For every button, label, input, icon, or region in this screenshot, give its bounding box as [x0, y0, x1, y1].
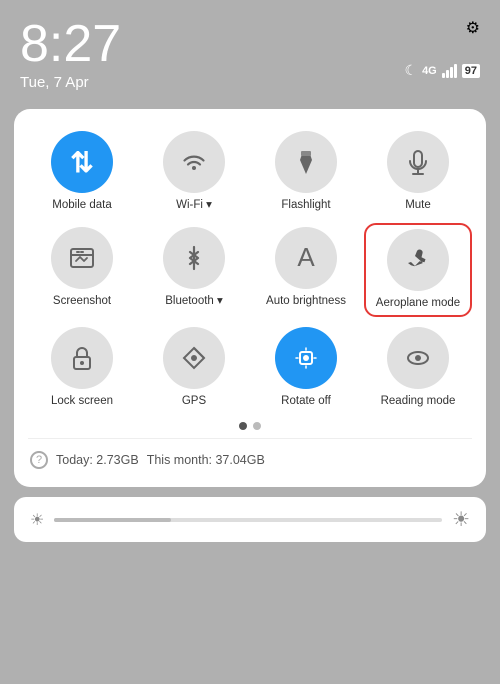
wifi-icon [163, 131, 225, 193]
mobile-data-label: Mobile data [52, 199, 111, 213]
tiles-grid: ⇅ Mobile data Wi-Fi ▾ Flashlight [28, 127, 472, 412]
battery-icon: 97 [462, 64, 480, 78]
data-usage-row: ? Today: 2.73GB This month: 37.04GB [28, 447, 472, 473]
status-bar: 8:27 Tue, 7 Apr ⚙ ☾ 4G 97 [0, 0, 500, 101]
mobile-data-icon: ⇅ [51, 131, 113, 193]
date: Tue, 7 Apr [20, 74, 121, 91]
status-right: ⚙ ☾ 4G 97 [405, 18, 481, 79]
mute-label: Mute [405, 199, 431, 213]
aeroplane-mode-icon [387, 229, 449, 291]
brightness-bar: ☀ ☀ [14, 497, 486, 542]
tile-screenshot[interactable]: Screenshot [28, 223, 136, 317]
today-usage: Today: 2.73GB [56, 453, 139, 467]
tile-mute[interactable]: Mute [364, 127, 472, 217]
status-left: 8:27 Tue, 7 Apr [20, 18, 121, 91]
signal-bars [442, 64, 457, 78]
reading-mode-icon [387, 327, 449, 389]
screenshot-label: Screenshot [53, 295, 111, 309]
mute-icon [387, 131, 449, 193]
brightness-high-icon: ☀ [452, 507, 470, 532]
tile-wifi[interactable]: Wi-Fi ▾ [140, 127, 248, 217]
bluetooth-icon [163, 227, 225, 289]
tile-auto-brightness[interactable]: A Auto brightness [252, 223, 360, 317]
lock-screen-icon [51, 327, 113, 389]
moon-icon: ☾ [405, 62, 418, 79]
auto-brightness-label: Auto brightness [266, 295, 346, 309]
rotate-off-icon [275, 327, 337, 389]
tile-aeroplane-mode[interactable]: Aeroplane mode [364, 223, 472, 317]
lock-screen-label: Lock screen [51, 395, 113, 409]
flashlight-icon [275, 131, 337, 193]
rotate-off-label: Rotate off [281, 395, 331, 409]
flashlight-label: Flashlight [281, 199, 330, 213]
month-usage: This month: 37.04GB [147, 453, 265, 467]
tile-lock-screen[interactable]: Lock screen [28, 323, 136, 413]
dot-2 [253, 422, 261, 430]
status-icons-row: ☾ 4G 97 [405, 62, 481, 79]
reading-mode-label: Reading mode [381, 395, 456, 409]
tile-flashlight[interactable]: Flashlight [252, 127, 360, 217]
tile-gps[interactable]: GPS [140, 323, 248, 413]
screenshot-icon [51, 227, 113, 289]
brightness-fill [54, 518, 170, 522]
gps-label: GPS [182, 395, 206, 409]
tile-mobile-data[interactable]: ⇅ Mobile data [28, 127, 136, 217]
settings-icon[interactable]: ⚙ [466, 18, 480, 38]
tile-rotate-off[interactable]: Rotate off [252, 323, 360, 413]
brightness-low-icon: ☀ [30, 510, 44, 530]
dot-1 [239, 422, 247, 430]
auto-brightness-icon: A [275, 227, 337, 289]
bluetooth-label: Bluetooth ▾ [165, 295, 223, 309]
divider [28, 438, 472, 439]
clock: 8:27 [20, 18, 121, 70]
gps-icon [163, 327, 225, 389]
brightness-track[interactable] [54, 518, 442, 522]
page-dots [28, 422, 472, 430]
question-icon: ? [30, 451, 48, 469]
quick-settings-panel: ⇅ Mobile data Wi-Fi ▾ Flashlight [14, 109, 486, 487]
tile-bluetooth[interactable]: Bluetooth ▾ [140, 223, 248, 317]
tile-reading-mode[interactable]: Reading mode [364, 323, 472, 413]
network-label: 4G [422, 65, 437, 77]
wifi-label: Wi-Fi ▾ [176, 199, 212, 213]
aeroplane-mode-label: Aeroplane mode [376, 297, 460, 311]
